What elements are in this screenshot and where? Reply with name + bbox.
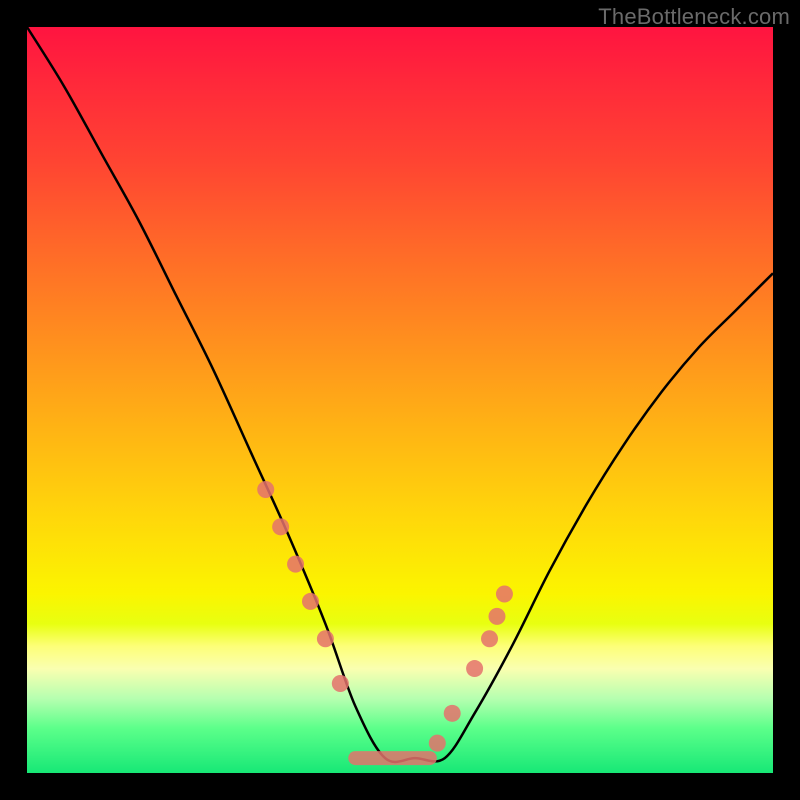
data-marker bbox=[257, 481, 274, 498]
data-marker bbox=[429, 735, 446, 752]
chart-svg bbox=[27, 27, 773, 773]
data-marker bbox=[317, 630, 334, 647]
chart-plot-area bbox=[27, 27, 773, 773]
data-marker bbox=[332, 675, 349, 692]
bottleneck-curve bbox=[27, 27, 773, 762]
data-marker bbox=[466, 660, 483, 677]
data-marker bbox=[488, 608, 505, 625]
chart-frame: TheBottleneck.com bbox=[0, 0, 800, 800]
data-marker bbox=[444, 705, 461, 722]
data-marker bbox=[496, 585, 513, 602]
data-marker bbox=[302, 593, 319, 610]
data-marker bbox=[481, 630, 498, 647]
data-marker bbox=[272, 518, 289, 535]
data-marker bbox=[287, 556, 304, 573]
